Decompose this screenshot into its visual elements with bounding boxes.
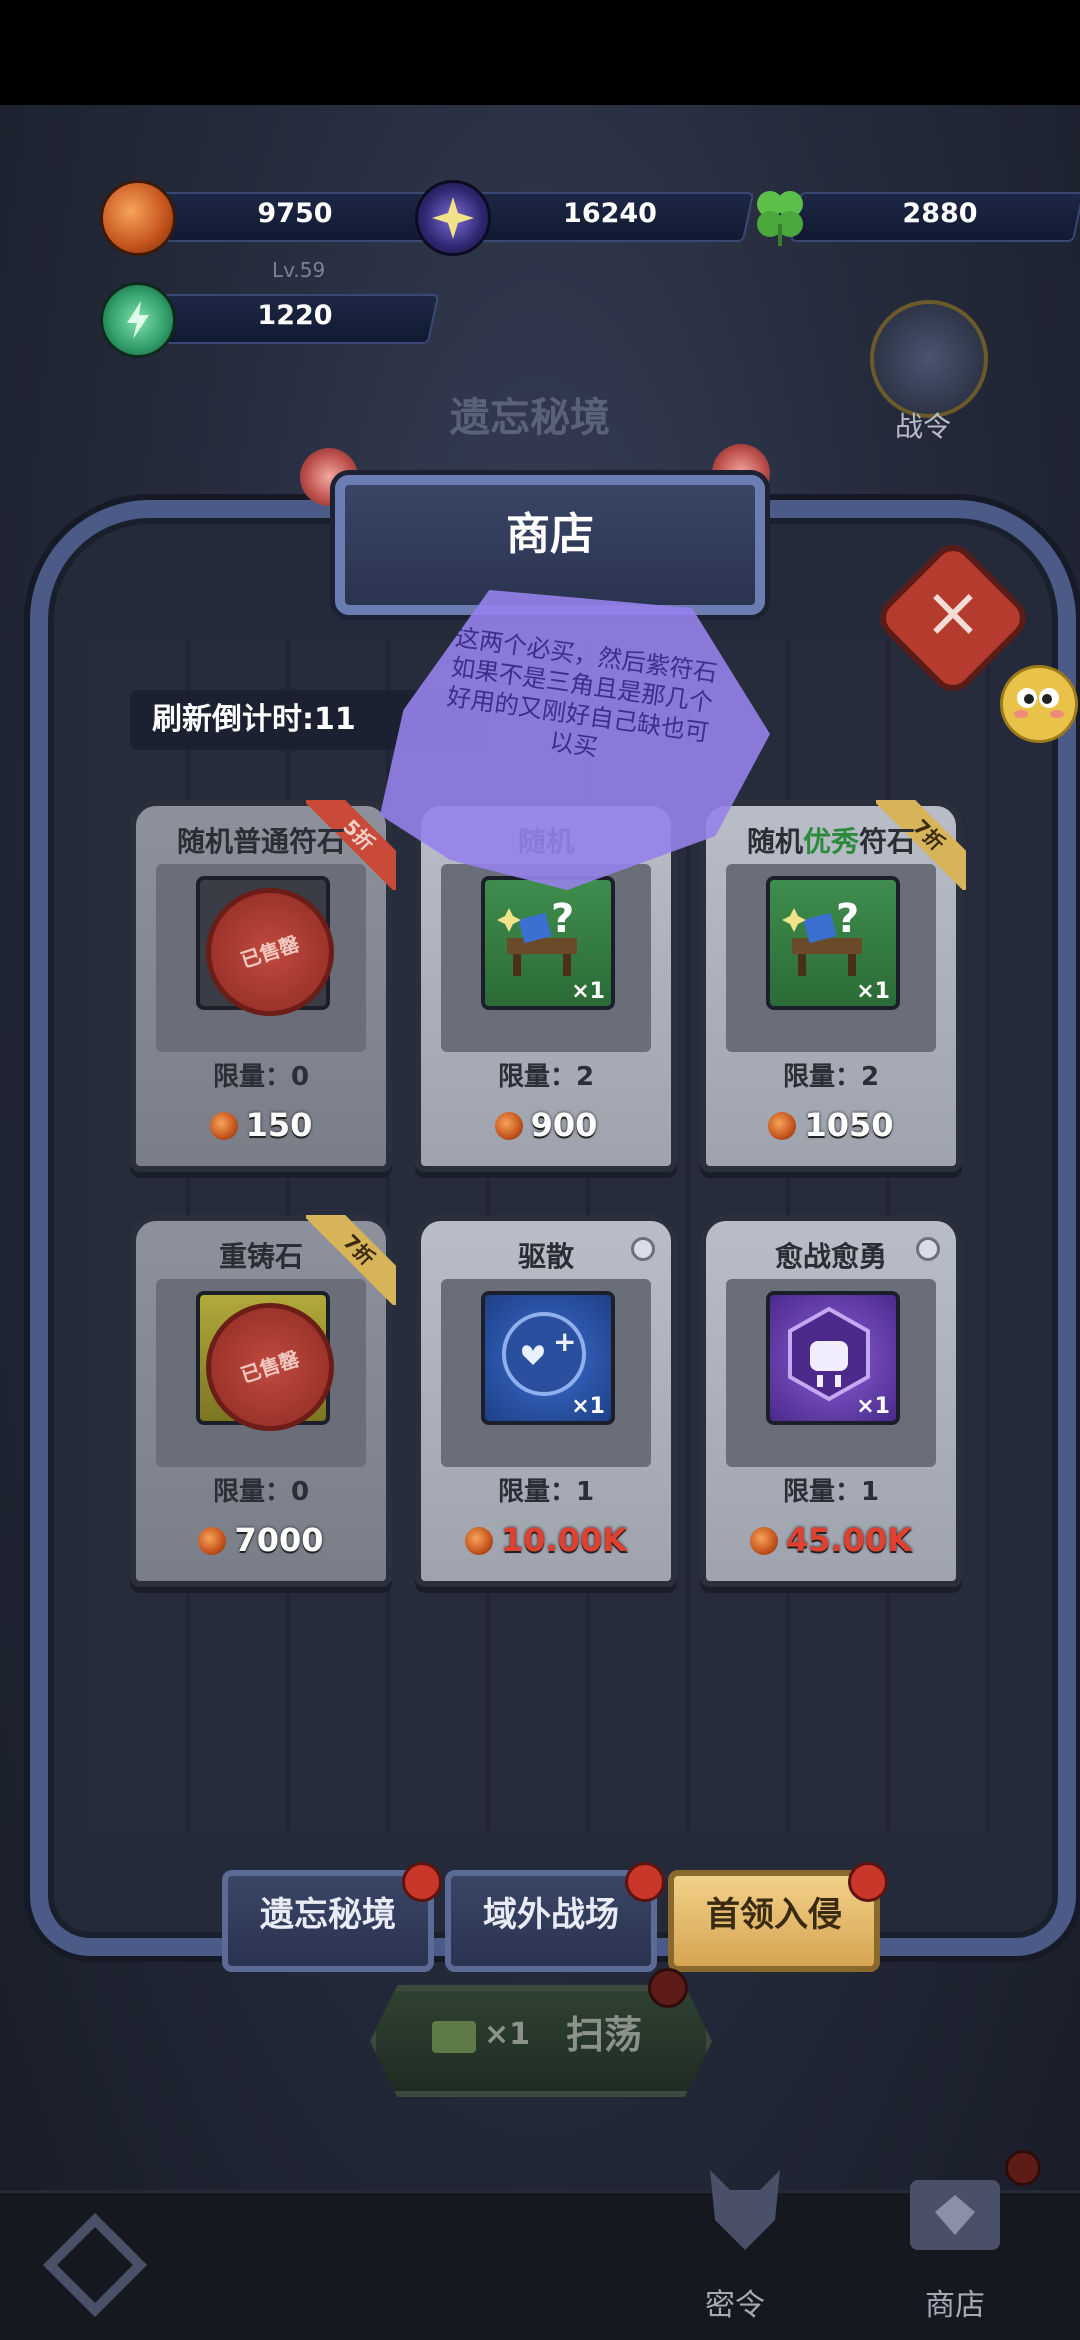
quantity-label: ×1 [856, 979, 890, 1004]
currency-value: 16240 [563, 198, 657, 229]
sold-out-stamp: 已售罄 [206, 1303, 334, 1431]
tab-label: 遗忘秘境 [260, 1895, 396, 1935]
currency-value: 1220 [257, 300, 333, 331]
shop-title: 商店 [506, 509, 594, 560]
pumpkin-icon [494, 1112, 523, 1140]
price-value: 45.00K [785, 1521, 912, 1559]
sweep-label: 扫荡 [566, 2013, 643, 2057]
card-name: 随机优秀符石 [706, 820, 956, 860]
card-limit: 限量：0 [212, 1062, 310, 1092]
price-value: 900 [530, 1106, 598, 1144]
refresh-timer-label: 刷新倒计时:11 [152, 702, 356, 737]
tab-outer-battlefield[interactable]: 域外战场 [445, 1862, 665, 1972]
currency-energy[interactable]: 1220 [100, 282, 440, 358]
shop-card-dispel[interactable]: 驱散 + ×1 限量：1 10.00K [415, 1215, 677, 1587]
player-level: Lv.59 [272, 258, 326, 282]
card-name-prefix: 随机 [746, 825, 803, 858]
mystery-rune-icon: ? ×1 [481, 876, 615, 1010]
card-limit: 限量：2 [782, 1062, 880, 1092]
card-limit: 限量：2 [497, 1062, 595, 1092]
card-name: 愈战愈勇 [774, 1240, 887, 1273]
notification-dot [1005, 2150, 1041, 2186]
tab-boss-invasion[interactable]: 首领入侵 [668, 1862, 888, 1972]
card-name-suffix: 符石 [859, 825, 916, 858]
pumpkin-icon [198, 1527, 227, 1555]
notification-dot [625, 1862, 665, 1902]
quantity-label: ×1 [571, 1394, 605, 1419]
currency-pumpkin[interactable]: 9750 [100, 180, 440, 256]
shop-title-plaque: 商店 [335, 475, 765, 615]
background-title: 遗忘秘境 [450, 395, 610, 441]
price-value: 7000 [234, 1521, 324, 1559]
currency-value: 9750 [257, 198, 333, 229]
card-price: 45.00K [706, 1521, 956, 1559]
status-bar-area [0, 0, 1080, 105]
emoji-face-icon [1000, 665, 1078, 743]
card-price: 1050 [706, 1106, 956, 1144]
currency-clover[interactable]: 2880 [745, 186, 1080, 246]
sweep-count: ×1 [484, 2017, 531, 2052]
tab-forgotten-realm[interactable]: 遗忘秘境 [222, 1862, 442, 1972]
nav-label-secret-order[interactable]: 密令 [705, 2280, 765, 2324]
card-price: 150 [136, 1106, 386, 1144]
notification-dot [848, 1862, 888, 1902]
svg-text:+: + [553, 1325, 576, 1358]
quantity-label: ×1 [856, 1394, 890, 1419]
wolf-skull-icon[interactable] [690, 2150, 800, 2260]
tab-label: 域外战场 [483, 1895, 619, 1935]
card-limit: 限量：1 [497, 1477, 595, 1507]
svg-text:?: ? [836, 896, 859, 942]
currency-value: 2880 [902, 198, 978, 229]
pumpkin-icon [464, 1527, 493, 1555]
close-icon: × [923, 571, 983, 653]
svg-text:?: ? [551, 896, 574, 942]
card-name-highlight: 优秀 [802, 825, 859, 858]
pumpkin-icon [768, 1112, 797, 1140]
game-screen: 9750 16240 2880 1220 Lv.59 遗忘秘境 战令 商店 × … [0, 0, 1080, 2340]
notification-dot [648, 1968, 688, 2008]
shop-chest-icon[interactable] [900, 2150, 1010, 2260]
tab-label: 首领入侵 [706, 1895, 842, 1935]
price-value: 10.00K [500, 1521, 627, 1559]
dispel-skill-icon: + ×1 [481, 1291, 615, 1425]
shop-card-random-normal-rune[interactable]: 5折 随机普通符石 已售罄 限量：0 150 [130, 800, 396, 1172]
card-price: 900 [421, 1106, 671, 1144]
price-value: 150 [245, 1106, 313, 1144]
shop-card-random-excellent-rune[interactable]: 7折 随机优秀符石 ? ×1 限量：2 1050 [700, 800, 966, 1172]
sold-out-stamp: 已售罄 [206, 888, 334, 1016]
fist-skill-icon: ×1 [766, 1291, 900, 1425]
card-name: 随机普通符石 [176, 825, 345, 858]
card-price: 7000 [136, 1521, 386, 1559]
nav-label-shop[interactable]: 商店 [925, 2280, 985, 2324]
card-price: 10.00K [421, 1521, 671, 1559]
price-value: 1050 [804, 1106, 894, 1144]
notification-dot [402, 1862, 442, 1902]
card-limit: 限量：1 [782, 1477, 880, 1507]
shop-card-recast-stone[interactable]: 7折 重铸石 已售罄 限量：0 7000 [130, 1215, 396, 1587]
annotation-text: 这两个必买，然后紫符石如果不是三角且是那几个好用的又刚好自己缺也可以买 [445, 623, 719, 762]
shop-card-fight-harder[interactable]: 愈战愈勇 ×1 限量：1 45.00K [700, 1215, 962, 1587]
pumpkin-icon [209, 1112, 238, 1140]
mystery-rune-icon: ? ×1 [766, 876, 900, 1010]
pumpkin-icon [749, 1527, 778, 1555]
currency-star[interactable]: 16240 [415, 180, 755, 256]
battle-pass-label: 战令 [895, 410, 952, 443]
quantity-label: ×1 [571, 979, 605, 1004]
card-name: 驱散 [517, 1240, 574, 1273]
card-name: 重铸石 [218, 1240, 303, 1273]
battle-pass-icon[interactable] [870, 300, 988, 418]
back-logo-icon[interactable] [40, 2210, 150, 2320]
ticket-icon [432, 2021, 476, 2053]
card-limit: 限量：0 [212, 1477, 310, 1507]
